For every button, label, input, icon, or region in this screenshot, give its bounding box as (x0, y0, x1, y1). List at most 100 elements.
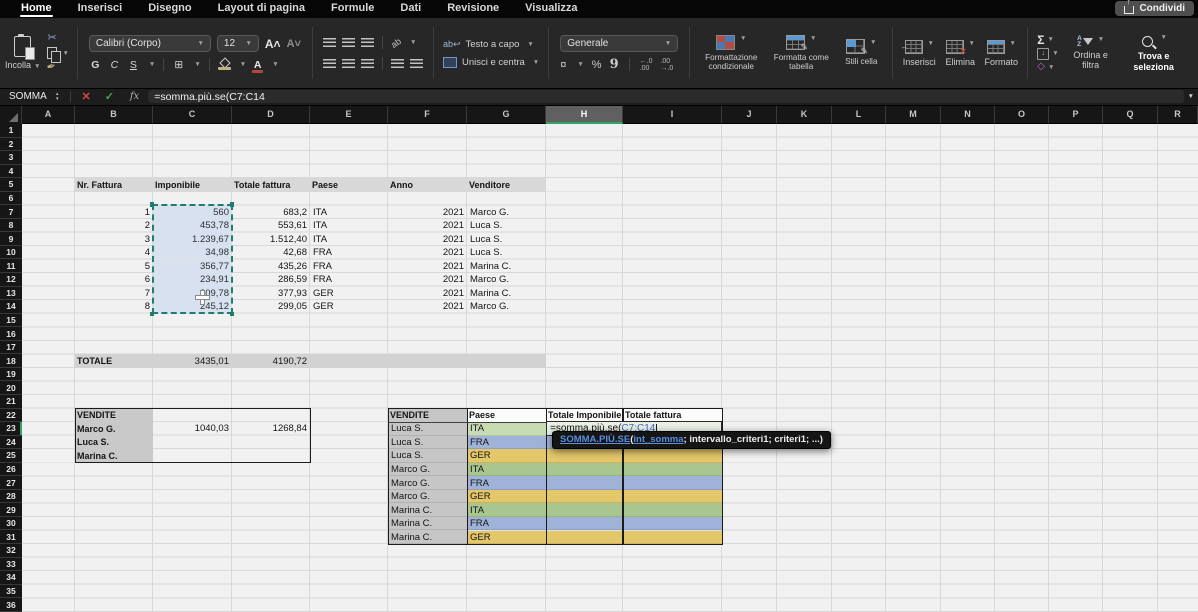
selection-handle[interactable] (230, 312, 235, 317)
cell-B10[interactable]: 4 (75, 246, 153, 260)
cell-B14[interactable]: 8 (75, 300, 153, 314)
row-header-36[interactable]: 36 (0, 598, 22, 612)
cell-I28[interactable] (623, 490, 722, 504)
cell-D9[interactable]: 1.512,40 (232, 232, 310, 246)
cell-B5[interactable]: Nr. Fattura (75, 178, 153, 192)
cell-F29[interactable]: Marina C. (388, 503, 467, 517)
fill-color-icon[interactable] (218, 59, 231, 70)
column-header-G[interactable]: G (467, 105, 546, 124)
column-header-L[interactable]: L (832, 105, 886, 124)
cell-G10[interactable]: Luca S. (467, 246, 546, 260)
cell-F9[interactable]: 2021 (388, 232, 467, 246)
cell-I29[interactable] (623, 503, 722, 517)
formula-input[interactable]: =somma.più.se(C7:C14 (148, 90, 1183, 103)
row-header-24[interactable]: 24 (0, 436, 22, 450)
cell-G9[interactable]: Luca S. (467, 232, 546, 246)
cell-E13[interactable]: GER (310, 287, 388, 301)
row-header-2[interactable]: 2 (0, 138, 22, 152)
row-header-26[interactable]: 26 (0, 463, 22, 477)
copy-button[interactable]: ▼ (47, 46, 68, 60)
number-format-select[interactable]: Generale▼ (560, 35, 678, 52)
merge-center-button[interactable]: Unisci e centra ▼ (443, 57, 539, 68)
cell-G22[interactable]: Paese (467, 409, 546, 423)
cell-F13[interactable]: 2021 (388, 287, 467, 301)
row-header-25[interactable]: 25 (0, 449, 22, 463)
decrease-decimal-icon[interactable]: .00→.0 (660, 58, 673, 72)
row-header-28[interactable]: 28 (0, 490, 22, 504)
align-left-icon[interactable] (323, 59, 336, 68)
share-button[interactable]: Condividi (1115, 1, 1194, 16)
decrease-font-button[interactable]: A˅ (287, 38, 301, 50)
cell-F22[interactable]: VENDITE (388, 409, 467, 423)
percent-format-icon[interactable]: % (592, 59, 602, 71)
cell-B13[interactable]: 7 (75, 287, 153, 301)
format-as-table-button[interactable]: ✎▼ Formatta come tabella (767, 35, 835, 72)
cell-G31[interactable]: GER (467, 531, 546, 545)
increase-decimal-icon[interactable]: ←.0.00 (640, 58, 653, 72)
name-box[interactable]: SOMMA (0, 91, 55, 102)
column-header-C[interactable]: C (153, 105, 232, 124)
row-header-33[interactable]: 33 (0, 558, 22, 572)
cell-G30[interactable]: FRA (467, 517, 546, 531)
row-header-9[interactable]: 9 (0, 232, 22, 246)
font-family-select[interactable]: Calibri (Corpo)▼ (89, 35, 211, 52)
increase-indent-icon[interactable] (410, 59, 423, 68)
cell-styles-button[interactable]: ✎▼ Stili cella (837, 39, 885, 66)
row-header-14[interactable]: 14 (0, 300, 22, 314)
cell-H31[interactable] (546, 531, 623, 545)
cell-D23[interactable]: 1268,84 (232, 422, 310, 436)
row-header-4[interactable]: 4 (0, 165, 22, 179)
cell-B18[interactable]: TOTALE (75, 354, 153, 368)
cell-D14[interactable]: 299,05 (232, 300, 310, 314)
cell-C23[interactable]: 1040,03 (153, 422, 232, 436)
cell-B12[interactable]: 6 (75, 273, 153, 287)
text-orientation-icon[interactable]: ab (389, 36, 403, 50)
cell-F28[interactable]: Marco G. (388, 490, 467, 504)
column-header-I[interactable]: I (623, 105, 722, 124)
cell-C18[interactable]: 3435,01 (153, 354, 232, 368)
cell-B9[interactable]: 3 (75, 232, 153, 246)
cell-F12[interactable]: 2021 (388, 273, 467, 287)
cell-C9[interactable]: 1.239,67 (153, 232, 232, 246)
cell-D8[interactable]: 553,61 (232, 219, 310, 233)
fill-down-icon[interactable]: ↓ (1037, 48, 1049, 60)
cell-G23[interactable]: ITA (467, 422, 546, 436)
cell-E12[interactable]: FRA (310, 273, 388, 287)
cell-D11[interactable]: 435,26 (232, 260, 310, 274)
cell-B8[interactable]: 2 (75, 219, 153, 233)
formula-bar-expand-icon[interactable]: ▼ (1188, 93, 1194, 100)
cell-H29[interactable] (546, 503, 623, 517)
cell-C14[interactable]: 245,12 (153, 300, 232, 314)
cell-E10[interactable]: FRA (310, 246, 388, 260)
row-header-20[interactable]: 20 (0, 381, 22, 395)
row-header-21[interactable]: 21 (0, 395, 22, 409)
selection-handle[interactable] (150, 312, 155, 317)
row-header-8[interactable]: 8 (0, 219, 22, 233)
row-header-18[interactable]: 18 (0, 354, 22, 368)
cell-F5[interactable]: Anno (388, 178, 467, 192)
column-header-M[interactable]: M (886, 105, 941, 124)
insert-function-icon[interactable]: fx (121, 91, 148, 102)
cell-C8[interactable]: 453,78 (153, 219, 232, 233)
row-header-7[interactable]: 7 (0, 205, 22, 219)
align-middle-icon[interactable] (342, 38, 355, 47)
cell-D18[interactable]: 4190,72 (232, 354, 310, 368)
function-name-link[interactable]: SOMMA.PIÙ.SE (560, 434, 630, 445)
cell-F14[interactable]: 2021 (388, 300, 467, 314)
column-header-A[interactable]: A (22, 105, 75, 124)
align-right-icon[interactable] (361, 59, 374, 68)
cell-B11[interactable]: 5 (75, 260, 153, 274)
cell-F25[interactable]: Luca S. (388, 449, 467, 463)
cell-D12[interactable]: 286,59 (232, 273, 310, 287)
cell-F8[interactable]: 2021 (388, 219, 467, 233)
select-all-corner[interactable] (0, 105, 22, 124)
column-header-D[interactable]: D (232, 105, 310, 124)
cell-C7[interactable]: 560 (153, 205, 232, 219)
tab-revisione[interactable]: Revisione (434, 0, 512, 18)
tab-formule[interactable]: Formule (318, 0, 387, 18)
cell-G25[interactable]: GER (467, 449, 546, 463)
cell-G28[interactable]: GER (467, 490, 546, 504)
cell-E8[interactable]: ITA (310, 219, 388, 233)
column-header-R[interactable]: R (1158, 105, 1198, 124)
decrease-indent-icon[interactable] (391, 59, 404, 68)
